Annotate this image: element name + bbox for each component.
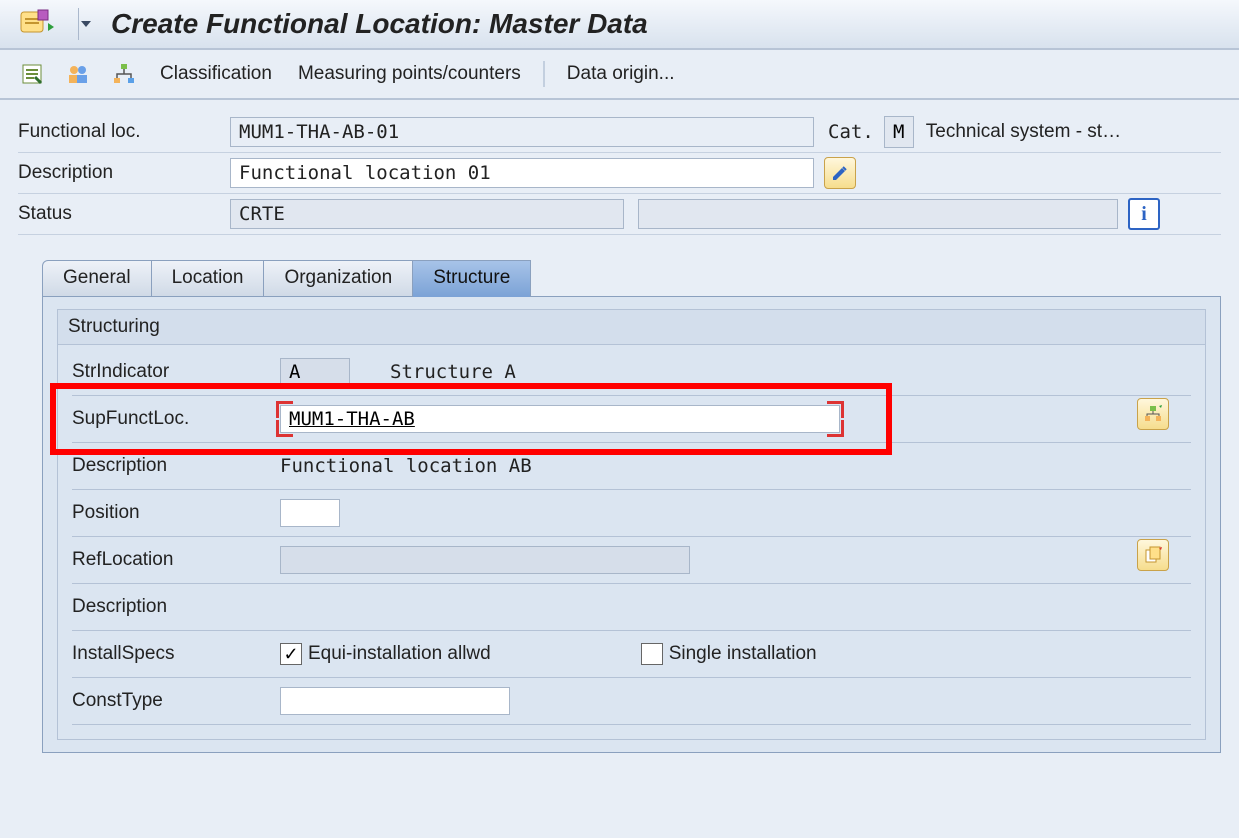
sup-description-row: Description Functional location AB <box>72 443 1191 490</box>
edit-description-button[interactable] <box>824 157 856 189</box>
focus-corner-icon <box>276 401 293 418</box>
reflocation-row: RefLocation <box>72 537 1191 584</box>
single-installation-label: Single installation <box>669 643 817 665</box>
sup-description-label: Description <box>72 455 280 477</box>
position-label: Position <box>72 502 280 524</box>
funcloc-label: Functional loc. <box>18 121 230 143</box>
position-field[interactable] <box>280 499 340 527</box>
status-label: Status <box>18 203 230 225</box>
tab-location[interactable]: Location <box>151 260 265 297</box>
supfunctloc-label: SupFunctLoc. <box>72 408 280 430</box>
consttype-label: ConstType <box>72 690 280 712</box>
focus-corner-icon <box>276 420 293 437</box>
reflocation-field <box>280 546 690 574</box>
category-field: M <box>884 116 914 148</box>
page-title: Create Functional Location: Master Data <box>111 8 648 40</box>
structuring-group: Structuring StrIndicator A Structure A S… <box>57 309 1206 740</box>
titlebar: Create Functional Location: Master Data <box>0 0 1239 50</box>
structure-overview-button[interactable] <box>1137 398 1169 430</box>
sap-window: Create Functional Location: Master Data … <box>0 0 1239 753</box>
reflocation-copy-button[interactable] <box>1137 539 1169 571</box>
ref-description-row: Description <box>72 584 1191 631</box>
strindicator-label: StrIndicator <box>72 361 280 383</box>
reflocation-label: RefLocation <box>72 549 280 571</box>
focus-corner-icon <box>827 401 844 418</box>
partners-icon[interactable] <box>64 60 92 88</box>
toolbar-separator <box>543 61 545 87</box>
measuring-points-button[interactable]: Measuring points/counters <box>294 61 525 87</box>
tab-area: General Location Organization Structure … <box>0 241 1239 753</box>
document-icon[interactable] <box>18 60 46 88</box>
structuring-title: Structuring <box>58 310 1205 345</box>
description-label: Description <box>18 162 230 184</box>
equi-installation-checkbox[interactable] <box>280 643 302 665</box>
installspecs-row: InstallSpecs Equi-installation allwd Sin… <box>72 631 1191 678</box>
supfunctloc-row: SupFunctLoc. <box>72 396 1191 443</box>
equi-installation-label: Equi-installation allwd <box>308 643 491 665</box>
sup-description-value: Functional location AB <box>280 455 532 477</box>
funcloc-field: MUM1-THA-AB-01 <box>230 117 814 147</box>
consttype-row: ConstType <box>72 678 1191 725</box>
status-extra-field <box>638 199 1118 229</box>
tab-organization[interactable]: Organization <box>263 260 413 297</box>
tab-content-structure: Structuring StrIndicator A Structure A S… <box>42 296 1221 753</box>
header-fields: Functional loc. MUM1-THA-AB-01 Cat. M Te… <box>0 100 1239 241</box>
status-info-button[interactable]: i <box>1128 198 1160 230</box>
description-field[interactable] <box>230 158 814 188</box>
focus-corner-icon <box>827 420 844 437</box>
position-row: Position <box>72 490 1191 537</box>
tab-general[interactable]: General <box>42 260 152 297</box>
tabstrip: General Location Organization Structure <box>42 259 1221 296</box>
strindicator-text: Structure A <box>390 361 516 383</box>
title-dropdown[interactable] <box>78 8 93 40</box>
ref-description-label: Description <box>72 596 280 618</box>
category-label: Cat. <box>828 121 874 143</box>
status-field: CRTE <box>230 199 624 229</box>
tab-structure[interactable]: Structure <box>412 260 531 297</box>
strindicator-row: StrIndicator A Structure A <box>72 349 1191 396</box>
data-origin-button[interactable]: Data origin... <box>563 61 679 87</box>
single-installation-checkbox[interactable] <box>641 643 663 665</box>
installspecs-label: InstallSpecs <box>72 643 280 665</box>
category-text: Technical system - st… <box>926 121 1121 143</box>
strindicator-field: A <box>280 358 350 386</box>
hierarchy-icon[interactable] <box>110 60 138 88</box>
toolbar: Classification Measuring points/counters… <box>0 50 1239 100</box>
consttype-field[interactable] <box>280 687 510 715</box>
classification-button[interactable]: Classification <box>156 61 276 87</box>
supfunctloc-field[interactable] <box>280 405 840 433</box>
app-icon <box>18 8 60 40</box>
